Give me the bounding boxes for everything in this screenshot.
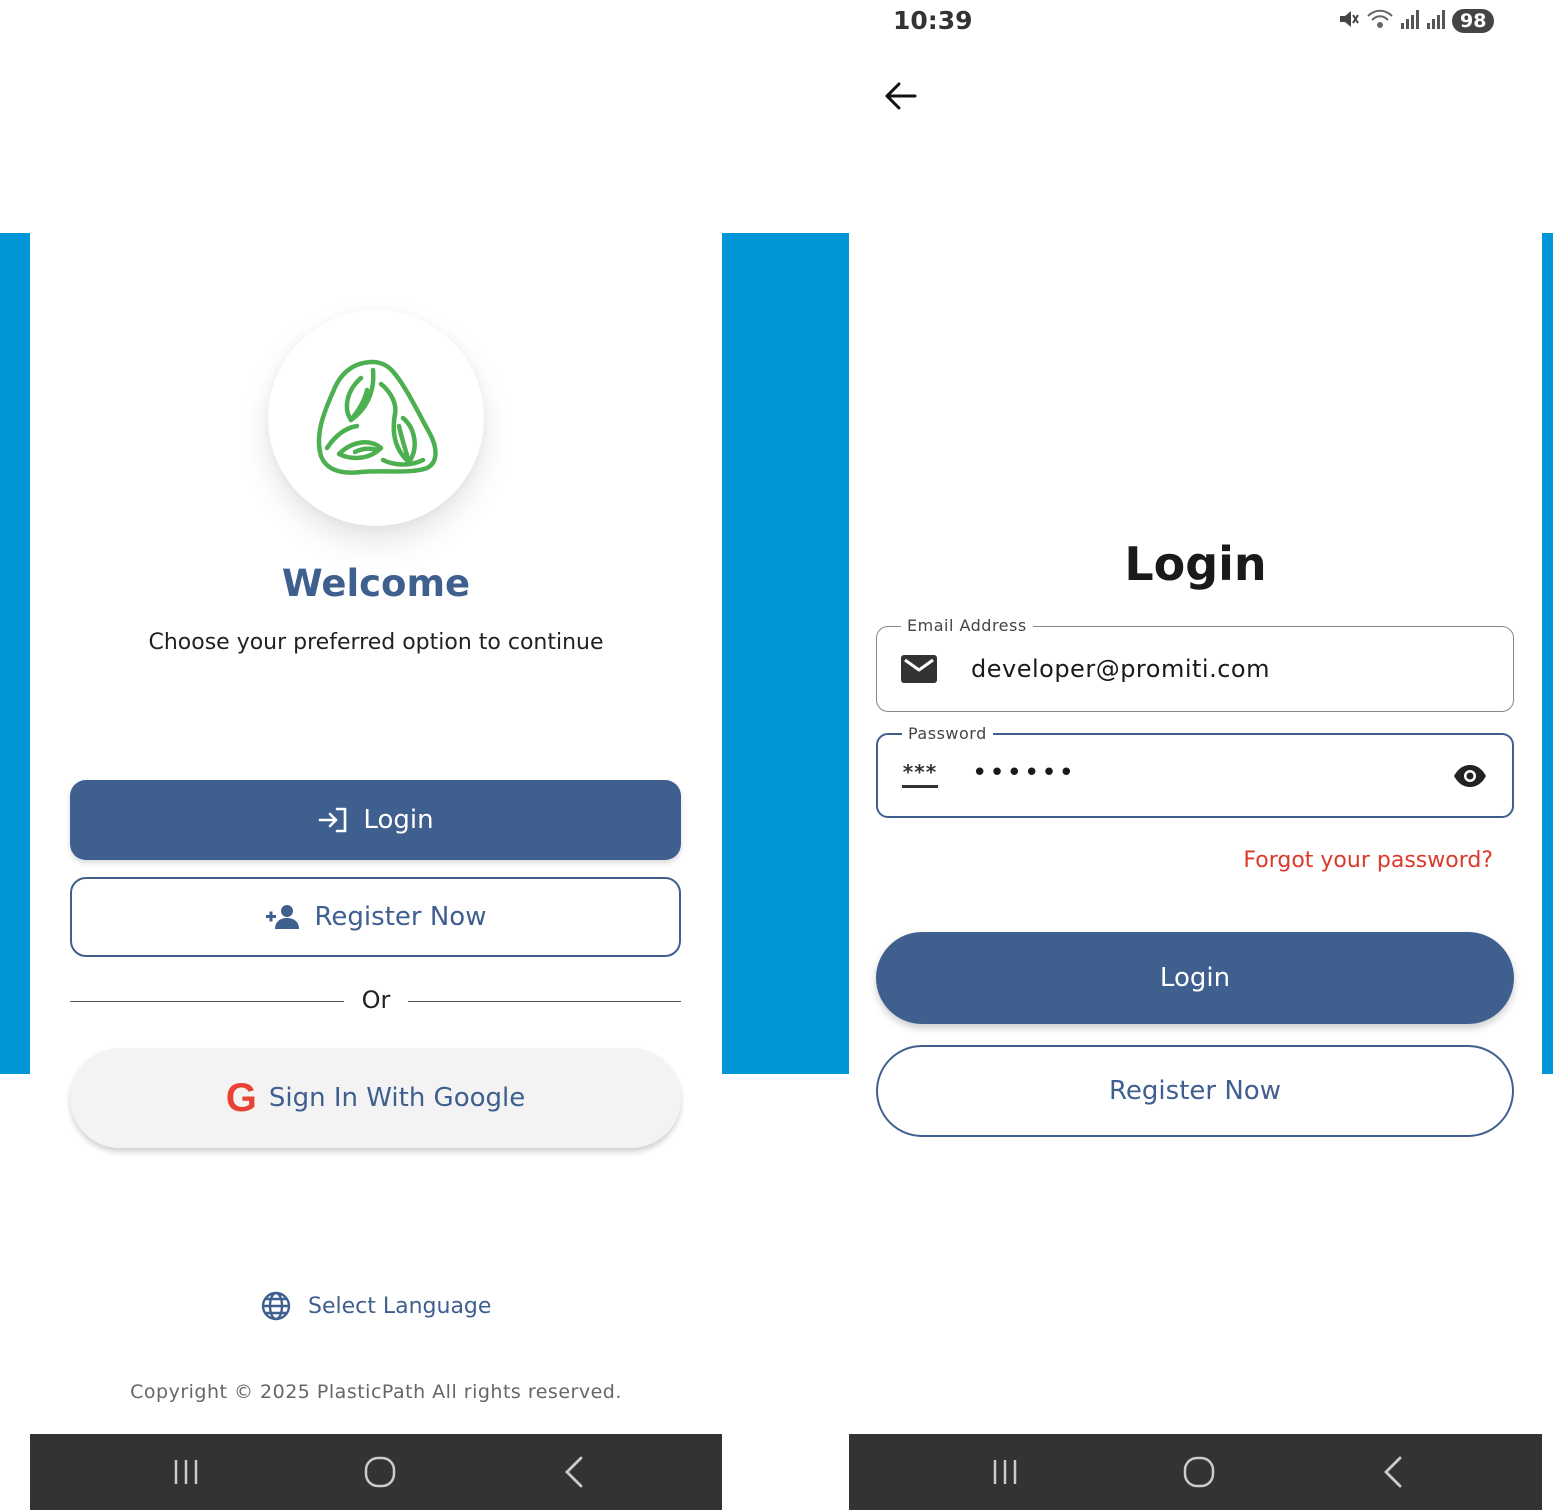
password-icon: ***: [900, 756, 940, 796]
welcome-title: Welcome: [281, 562, 471, 605]
android-nav-bar-right: [849, 1434, 1542, 1510]
google-icon: G: [225, 1075, 257, 1120]
password-field-value: ••••••: [972, 758, 1077, 788]
battery-indicator: 98: [1452, 9, 1495, 33]
recents-icon[interactable]: [985, 1452, 1025, 1492]
forgot-password-link[interactable]: Forgot your password?: [1243, 848, 1493, 873]
google-signin-button[interactable]: G Sign In With Google: [70, 1048, 681, 1148]
right-accent-band: [1542, 233, 1553, 1074]
select-language-link[interactable]: Select Language: [260, 1290, 491, 1322]
back-icon[interactable]: [554, 1452, 594, 1492]
status-time: 10:39: [893, 6, 973, 35]
home-icon[interactable]: [1179, 1452, 1219, 1492]
login-icon: [317, 806, 349, 834]
email-field-value: developer@promiti.com: [971, 655, 1270, 683]
person-add-icon: [265, 904, 301, 930]
select-language-label: Select Language: [308, 1293, 492, 1319]
google-button-label: Sign In With Google: [268, 1083, 526, 1113]
home-icon[interactable]: [360, 1452, 400, 1492]
signal-icon-1: [1400, 8, 1420, 34]
copyright-text: Copyright © 2025 PlasticPath All rights …: [130, 1381, 622, 1403]
recycle-leaf-logo-icon: [316, 359, 438, 475]
register-secondary-label: Register Now: [1109, 1076, 1281, 1106]
left-accent-band-right: [722, 233, 849, 1074]
signal-icon-2: [1426, 8, 1446, 34]
password-field[interactable]: Password *** ••••••: [876, 724, 1514, 818]
mail-icon: [899, 649, 939, 689]
email-field[interactable]: Email Address developer@promiti.com: [876, 616, 1514, 712]
mute-icon: [1338, 8, 1360, 34]
register-button-label: Register Now: [314, 902, 487, 932]
back-icon[interactable]: [1373, 1452, 1413, 1492]
globe-icon: [260, 1290, 292, 1322]
recents-icon[interactable]: [166, 1452, 206, 1492]
register-button-secondary[interactable]: Register Now: [876, 1045, 1514, 1137]
wifi-icon: [1366, 8, 1394, 34]
email-field-label: Email Address: [901, 616, 1033, 635]
or-separator: Or: [361, 986, 391, 1014]
status-icons: 98: [1338, 8, 1495, 34]
login-submit-label: Login: [1159, 963, 1231, 993]
divider-right: [408, 1001, 681, 1002]
back-arrow-icon[interactable]: [880, 76, 920, 116]
android-nav-bar-left: [30, 1434, 722, 1510]
register-button[interactable]: Register Now: [70, 877, 681, 957]
app-logo: [268, 310, 484, 526]
login-title: Login: [1124, 537, 1267, 591]
password-field-label: Password: [902, 724, 993, 743]
eye-icon[interactable]: [1450, 756, 1490, 796]
left-accent-band-left: [0, 233, 30, 1074]
login-submit-button[interactable]: Login: [876, 932, 1514, 1024]
welcome-subtitle: Choose your preferred option to continue: [148, 630, 604, 655]
login-button[interactable]: Login: [70, 780, 681, 860]
login-button-label: Login: [363, 805, 434, 835]
divider-left: [70, 1001, 344, 1002]
